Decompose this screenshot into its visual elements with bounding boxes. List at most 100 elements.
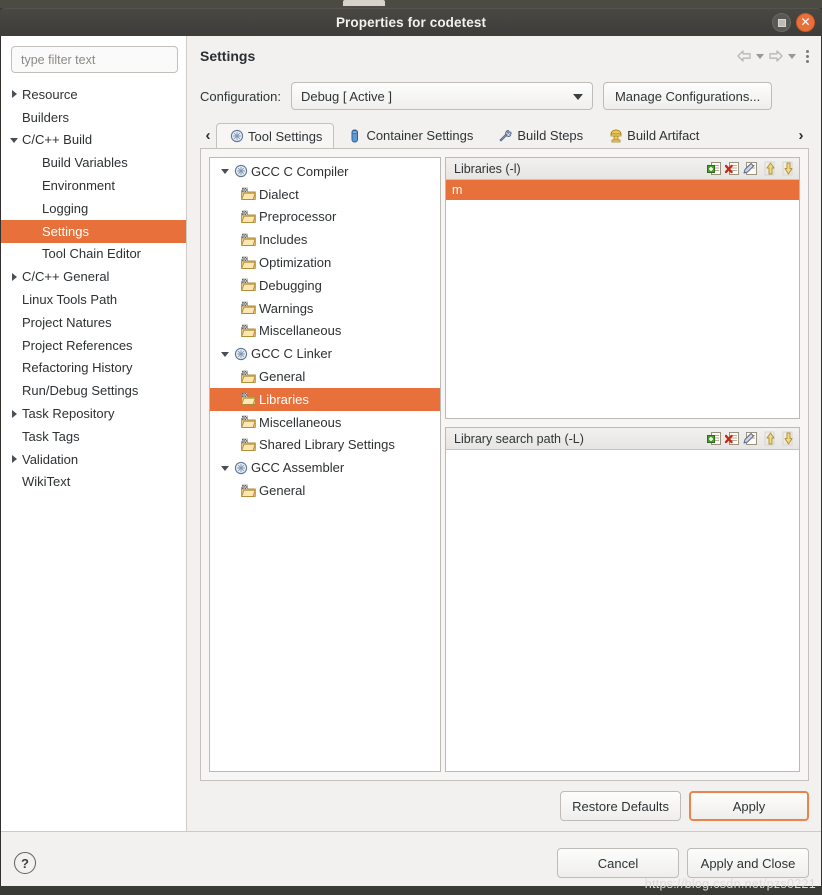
back-arrow-icon[interactable]: [736, 46, 752, 66]
sidebar-item-label: Validation: [22, 451, 79, 467]
move-up-icon[interactable]: [760, 430, 777, 447]
forward-arrow-icon[interactable]: [768, 46, 784, 66]
chevron-down-icon[interactable]: [218, 463, 232, 473]
move-up-icon[interactable]: [760, 160, 777, 177]
help-button[interactable]: ?: [14, 852, 36, 874]
move-down-icon[interactable]: [778, 160, 795, 177]
libraries-panel-toolbar: [706, 160, 795, 177]
tool-tree-item-general[interactable]: General: [210, 365, 440, 388]
close-button[interactable]: ✕: [796, 13, 815, 32]
chevron-right-icon[interactable]: [7, 409, 21, 419]
build-artifact-icon: [607, 129, 624, 143]
manage-configurations-button[interactable]: Manage Configurations...: [602, 82, 773, 110]
tool-tree-item-label: Miscellaneous: [259, 323, 342, 339]
tool-tree-item-warnings[interactable]: Warnings: [210, 297, 440, 320]
sidebar-item-builders[interactable]: Builders: [1, 106, 186, 129]
sidebar-item-settings[interactable]: Settings: [1, 219, 186, 243]
chevron-down-icon[interactable]: [218, 349, 232, 359]
sidebar-item-validation[interactable]: Validation: [1, 448, 186, 471]
move-down-icon[interactable]: [778, 430, 795, 447]
dialog-body: Resource Builders C/C++ Build Build Variabl…: [0, 36, 822, 895]
chevron-right-icon[interactable]: [7, 89, 21, 99]
tool-tree-item-label: Includes: [259, 232, 308, 248]
tool-tree-item-gcc-c-compiler[interactable]: GCC C Compiler: [210, 160, 440, 183]
folder-icon: [240, 370, 257, 384]
sidebar-item-linux-tools-path[interactable]: Linux Tools Path: [1, 288, 186, 311]
folder-icon: [240, 392, 257, 406]
chevron-right-icon[interactable]: [7, 454, 21, 464]
configuration-select[interactable]: Debug [ Active ]: [290, 82, 593, 110]
library-search-path-list[interactable]: [446, 450, 799, 771]
tool-tree-item-libraries[interactable]: Libraries: [210, 387, 440, 411]
tab-container-settings[interactable]: Container Settings: [334, 122, 485, 148]
delete-icon[interactable]: [724, 430, 741, 447]
restore-button[interactable]: [772, 13, 791, 32]
view-menu-icon[interactable]: [800, 46, 809, 66]
filter-input[interactable]: [11, 46, 178, 73]
tab-build-steps[interactable]: Build Steps: [485, 122, 595, 148]
sidebar-item-environment[interactable]: Environment: [1, 174, 186, 197]
sidebar-item-resource[interactable]: Resource: [1, 83, 186, 106]
chevron-down-icon[interactable]: [218, 166, 232, 176]
sidebar-item-label: Build Variables: [42, 155, 128, 171]
edit-icon[interactable]: [742, 160, 759, 177]
tool-tree-item-gcc-c-linker[interactable]: GCC C Linker: [210, 342, 440, 365]
sidebar-item-label: Project References: [22, 337, 133, 353]
sidebar-item-refactoring-history[interactable]: Refactoring History: [1, 357, 186, 380]
sidebar-item-label: Resource: [22, 86, 78, 102]
sidebar-item-build-variables[interactable]: Build Variables: [1, 151, 186, 174]
apply-and-close-button[interactable]: Apply and Close: [687, 848, 809, 878]
delete-icon[interactable]: [724, 160, 741, 177]
tool-tree-item-label: Dialect: [259, 186, 299, 202]
sidebar-item-wikitext[interactable]: WikiText: [1, 471, 186, 494]
tab-label: Tool Settings: [248, 128, 323, 144]
tool-tree-item-general[interactable]: General: [210, 479, 440, 502]
sidebar-item-label: Logging: [42, 200, 89, 216]
filter-container: [1, 46, 186, 83]
forward-dropdown-icon[interactable]: [788, 46, 796, 66]
tool-tree-item-miscellaneous[interactable]: Miscellaneous: [210, 320, 440, 343]
tool-tree-item-optimization[interactable]: Optimization: [210, 251, 440, 274]
sidebar-item-tool-chain-editor[interactable]: Tool Chain Editor: [1, 243, 186, 266]
apply-button[interactable]: Apply: [689, 791, 809, 821]
configuration-label: Configuration:: [200, 88, 281, 104]
apply-bar: Restore Defaults Apply: [187, 781, 821, 831]
folder-icon: [240, 233, 257, 247]
tool-tree-item-includes[interactable]: Includes: [210, 228, 440, 251]
tab-tool-settings[interactable]: Tool Settings: [216, 123, 335, 148]
sidebar-item-run-debug-settings[interactable]: Run/Debug Settings: [1, 379, 186, 402]
settings-tree[interactable]: Resource Builders C/C++ Build Build Variabl…: [1, 83, 186, 493]
list-item[interactable]: m: [446, 180, 799, 200]
tab-scroll-left-button[interactable]: ‹: [200, 122, 216, 148]
add-icon[interactable]: [706, 160, 723, 177]
sidebar-item-task-tags[interactable]: Task Tags: [1, 425, 186, 448]
libraries-list[interactable]: m: [446, 180, 799, 418]
tool-tree-item-debugging[interactable]: Debugging: [210, 274, 440, 297]
background-window-tab: [343, 0, 385, 6]
tool-tree-item-gcc-assembler[interactable]: GCC Assembler: [210, 456, 440, 479]
sidebar-item-c-c-general[interactable]: C/C++ General: [1, 265, 186, 288]
tool-tree-item-label: Warnings: [259, 300, 314, 316]
chevron-right-icon[interactable]: [7, 272, 21, 282]
chevron-down-icon[interactable]: [7, 135, 21, 145]
sidebar-item-label: C/C++ Build: [22, 132, 93, 148]
edit-icon[interactable]: [742, 430, 759, 447]
tool-tree-item-miscellaneous[interactable]: Miscellaneous: [210, 411, 440, 434]
back-dropdown-icon[interactable]: [756, 46, 764, 66]
restore-defaults-button[interactable]: Restore Defaults: [560, 791, 681, 821]
title-bar[interactable]: Properties for codetest ✕: [0, 8, 822, 36]
tool-chain-tree[interactable]: GCC C Compiler Dialect Preprocessor Include…: [209, 157, 441, 772]
settings-nav-pane: Resource Builders C/C++ Build Build Variabl…: [1, 36, 187, 831]
tool-tree-item-preprocessor[interactable]: Preprocessor: [210, 206, 440, 229]
sidebar-item-project-natures[interactable]: Project Natures: [1, 311, 186, 334]
tab-build-artifact[interactable]: Build Artifact: [595, 122, 711, 148]
cancel-button[interactable]: Cancel: [557, 848, 679, 878]
tool-tree-item-dialect[interactable]: Dialect: [210, 183, 440, 206]
tool-tree-item-shared-library-settings[interactable]: Shared Library Settings: [210, 434, 440, 457]
sidebar-item-c-c-build[interactable]: C/C++ Build: [1, 129, 186, 152]
sidebar-item-logging[interactable]: Logging: [1, 197, 186, 220]
sidebar-item-project-references[interactable]: Project References: [1, 334, 186, 357]
sidebar-item-task-repository[interactable]: Task Repository: [1, 402, 186, 425]
add-icon[interactable]: [706, 430, 723, 447]
tab-scroll-right-button[interactable]: ›: [793, 122, 809, 148]
